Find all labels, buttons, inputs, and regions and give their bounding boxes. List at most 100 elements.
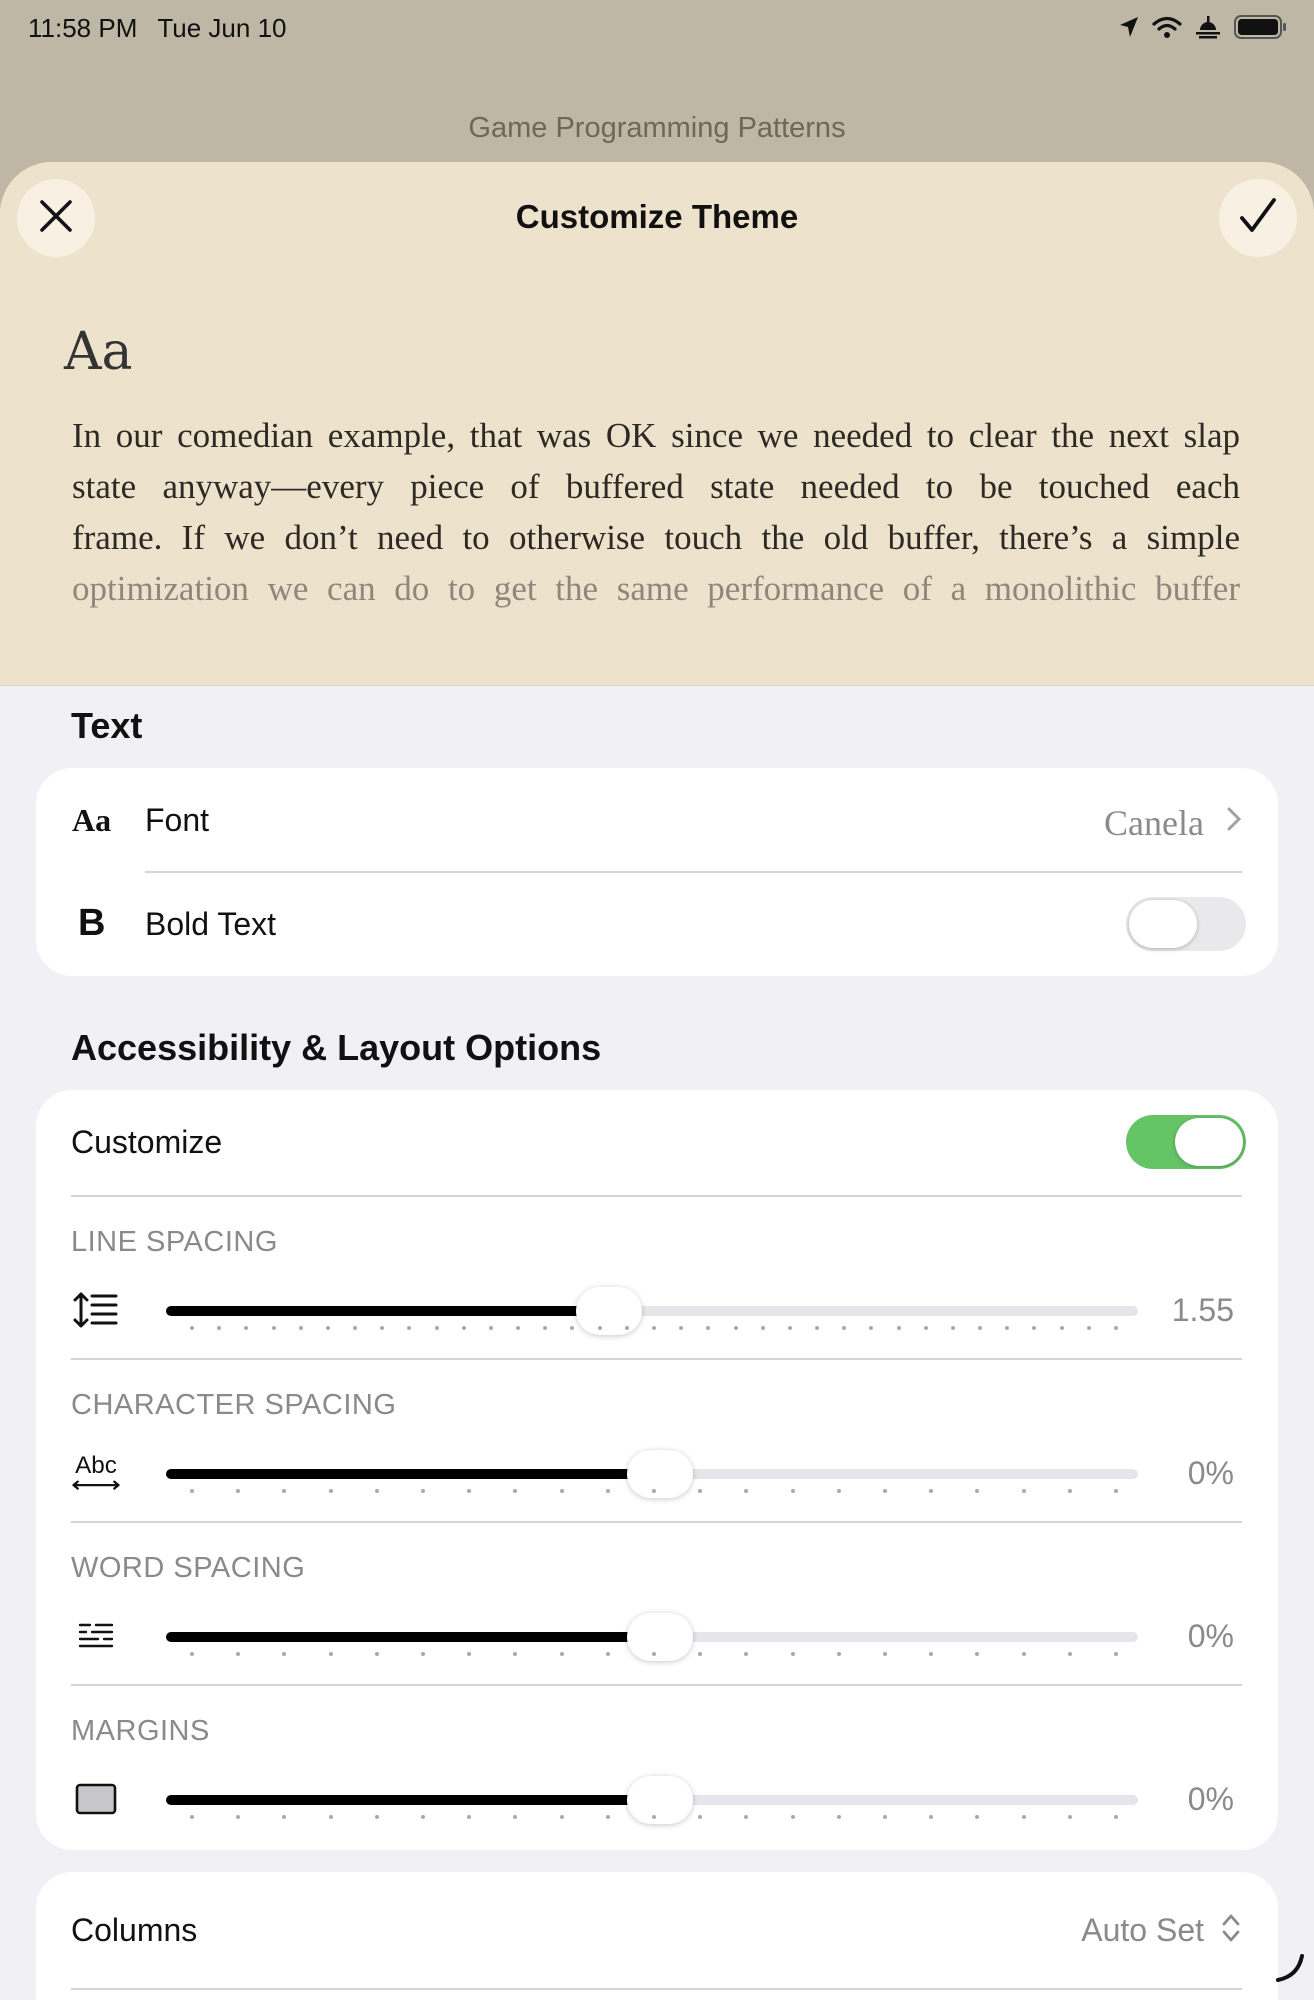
battery-icon <box>1234 14 1288 47</box>
status-date: Tue Jun 10 <box>157 12 287 43</box>
slider-tick <box>929 1815 934 1819</box>
customize-label: Customize <box>71 1124 223 1160</box>
slider-tick <box>1067 1652 1072 1656</box>
slider-tick <box>190 1489 194 1493</box>
slider-tick <box>434 1326 439 1330</box>
slider-tick <box>605 1815 610 1819</box>
slider-tick <box>1114 1326 1118 1330</box>
slider-tick <box>236 1652 241 1656</box>
slider-row: MARGINS 0% <box>36 1685 1278 1848</box>
layout-section-heading: Accessibility & Layout Options <box>71 1027 602 1068</box>
book-title: Game Programming Patterns <box>468 112 846 144</box>
slider-tick <box>652 1489 656 1493</box>
customize-toggle[interactable] <box>1126 1115 1246 1169</box>
slider-tick <box>236 1815 241 1819</box>
slider-tick <box>883 1652 887 1656</box>
slider-track[interactable] <box>166 1450 1138 1498</box>
slider-value: 0% <box>1187 1455 1234 1491</box>
slider-tick <box>842 1326 847 1330</box>
slider-tick <box>467 1652 472 1656</box>
slider-tick <box>790 1652 795 1656</box>
slider-tick <box>975 1652 980 1656</box>
preview-line: state anyway—every piece of buffered sta… <box>72 467 1240 506</box>
slider-value: 0% <box>1187 1618 1234 1654</box>
done-button[interactable] <box>1219 179 1297 257</box>
sheet-title: Customize Theme <box>515 198 799 235</box>
slider-tick <box>652 1326 656 1330</box>
bold-text-toggle[interactable] <box>1126 897 1246 951</box>
slider-tick <box>744 1652 749 1656</box>
slider-tick <box>815 1326 820 1330</box>
bold-icon: B <box>78 902 106 944</box>
slider-tick <box>467 1815 472 1819</box>
slider-fill <box>166 1306 609 1316</box>
slider-tick <box>1114 1652 1118 1656</box>
slider-tick <box>836 1652 841 1656</box>
slider-tick <box>1114 1489 1118 1493</box>
slider-tick <box>328 1489 333 1493</box>
slider-tick <box>978 1326 983 1330</box>
slider-tick <box>559 1489 564 1493</box>
slider-tick <box>407 1326 412 1330</box>
slider-caption: MARGINS <box>71 1715 210 1747</box>
slider-tick <box>652 1815 656 1819</box>
slider-tick <box>1067 1489 1072 1493</box>
preview-line: optimization we can do to get the same p… <box>72 569 1240 608</box>
status-icons <box>1118 14 1288 47</box>
slider-tick <box>282 1652 287 1656</box>
slider-tick <box>1114 1815 1118 1819</box>
slider-tick <box>190 1815 194 1819</box>
slider-tick <box>298 1326 303 1330</box>
slider-tick <box>559 1652 564 1656</box>
slider-track[interactable] <box>166 1776 1138 1824</box>
slider-tick <box>236 1489 241 1493</box>
slider-value: 0% <box>1187 1781 1234 1817</box>
slider-tick <box>271 1326 276 1330</box>
slider-tick <box>282 1489 287 1493</box>
divider <box>71 1988 1242 1990</box>
slider-tick <box>929 1489 934 1493</box>
slider-tick <box>883 1815 887 1819</box>
slider-tick <box>929 1652 934 1656</box>
resize-corner-icon[interactable] <box>1274 1952 1306 1989</box>
slider-tick <box>975 1489 980 1493</box>
preview-paragraph: In our comedian example, that was OK sin… <box>72 410 1240 614</box>
slider-tick <box>570 1326 575 1330</box>
slider-track[interactable] <box>166 1613 1138 1661</box>
slider-tick <box>744 1489 749 1493</box>
slider-caption: CHARACTER SPACING <box>71 1389 397 1421</box>
slider-tick <box>787 1326 792 1330</box>
slider-tick <box>380 1326 385 1330</box>
slider-tick <box>190 1652 194 1656</box>
slider-row: CHARACTER SPACING Abc 0% <box>36 1359 1278 1523</box>
slider-tick <box>244 1326 249 1330</box>
slider-tick <box>869 1326 874 1330</box>
slider-tick <box>513 1815 518 1819</box>
font-value: Canela <box>1104 803 1204 843</box>
customize-row: Customize <box>36 1090 1278 1196</box>
slider-ticks <box>166 1326 1138 1330</box>
slider-value: 1.55 <box>1171 1292 1234 1328</box>
slider-tick <box>513 1652 518 1656</box>
slider-row: WORD SPACING 0% <box>36 1522 1278 1686</box>
slider-tick <box>421 1489 425 1493</box>
font-row[interactable]: Aa Font Canela <box>36 768 1278 871</box>
columns-row[interactable]: Columns Auto Set <box>36 1872 1278 1989</box>
slider-caption: WORD SPACING <box>71 1552 306 1584</box>
slider-tick <box>790 1815 795 1819</box>
slider-tick <box>1021 1652 1026 1656</box>
slider-tick <box>760 1326 765 1330</box>
slider-track[interactable] <box>166 1287 1138 1335</box>
slider-ticks <box>166 1815 1138 1819</box>
slider-tick <box>706 1326 711 1330</box>
word-spacing-icon <box>70 1610 122 1662</box>
slider-tick <box>374 1489 379 1493</box>
slider-ticks <box>166 1489 1138 1493</box>
slider-tick <box>896 1326 901 1330</box>
toggle-knob <box>1129 900 1197 948</box>
font-label: Font <box>145 802 210 838</box>
slider-tick <box>836 1815 841 1819</box>
slider-tick <box>1021 1489 1026 1493</box>
slider-tick <box>923 1326 928 1330</box>
slider-tick <box>328 1815 333 1819</box>
